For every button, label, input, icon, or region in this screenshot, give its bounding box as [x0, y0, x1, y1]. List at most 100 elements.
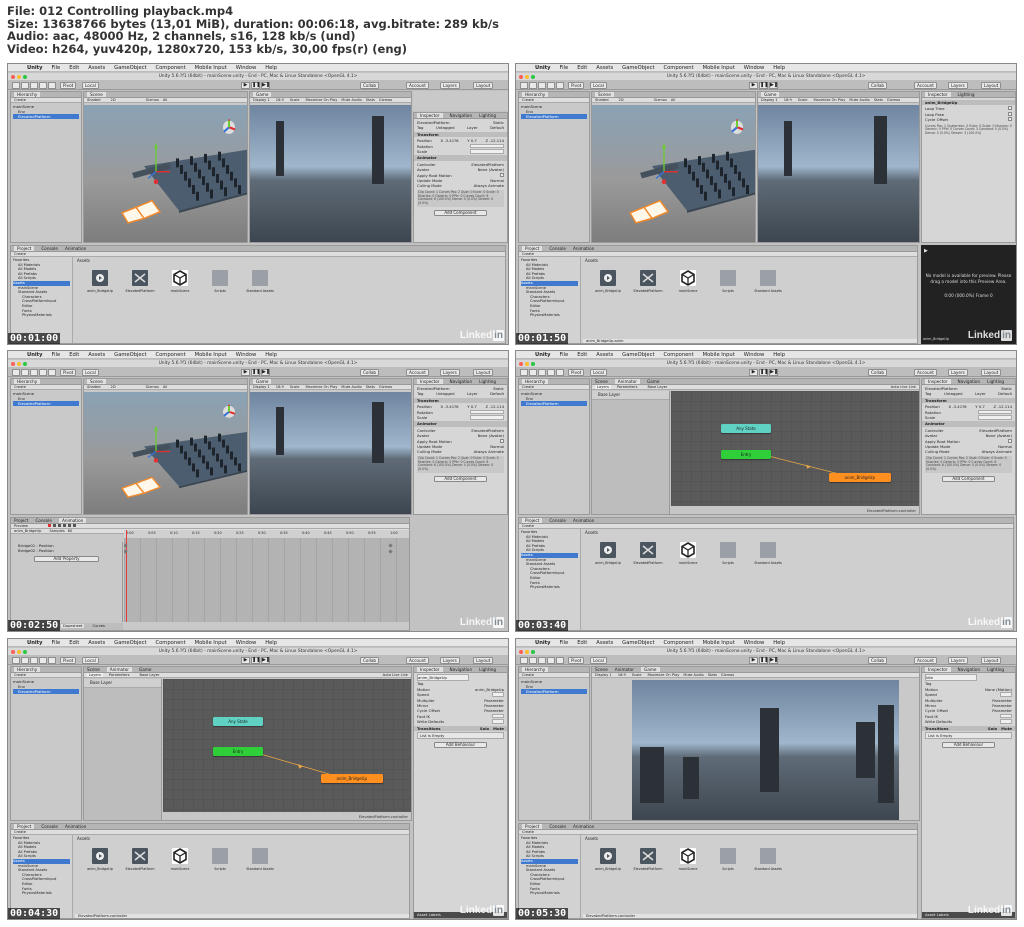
- menu-app-name[interactable]: Unity: [27, 65, 43, 71]
- tab-project[interactable]: Project: [522, 824, 543, 829]
- local-toggle[interactable]: Local: [590, 368, 607, 376]
- menu-item[interactable]: Component: [156, 65, 186, 71]
- hierarchy-item[interactable]: ElevatedPlatform: [521, 401, 587, 406]
- display-dropdown[interactable]: Display 1: [253, 98, 270, 102]
- cycle-offset-checkbox[interactable]: [1008, 117, 1012, 122]
- rect-tool-icon[interactable]: [48, 656, 56, 664]
- auto-live-link-toggle[interactable]: Auto Live Link: [891, 385, 916, 390]
- rotate-tool-icon[interactable]: [30, 656, 38, 664]
- layout-dropdown[interactable]: Layout: [981, 81, 1002, 89]
- menu-item[interactable]: Edit: [577, 65, 587, 71]
- speed-field[interactable]: [492, 692, 504, 697]
- tab-scene[interactable]: Scene: [87, 667, 100, 672]
- menu-item[interactable]: Mobile Input: [703, 352, 735, 358]
- culling-mode-field[interactable]: Always Animate: [474, 183, 504, 188]
- asset-item[interactable]: Standard Assets: [751, 542, 785, 565]
- collab-dropdown[interactable]: Collab: [360, 656, 380, 664]
- tab-layers[interactable]: Layers: [87, 673, 103, 677]
- hierarchy-create-button[interactable]: Create: [522, 673, 534, 677]
- local-toggle[interactable]: Local: [590, 81, 607, 89]
- tab-lighting[interactable]: Lighting: [479, 379, 496, 384]
- animator-header[interactable]: Animator: [414, 155, 507, 161]
- foot-ik-field[interactable]: [1000, 713, 1012, 719]
- assets-folder[interactable]: PhysicsMaterials: [13, 313, 70, 318]
- rotation-field[interactable]: [978, 409, 1012, 415]
- asset-item[interactable]: ElevatedPlatform: [123, 270, 157, 293]
- menu-app-name[interactable]: Unity: [535, 65, 551, 71]
- state-name-field[interactable]: Idle: [925, 674, 978, 682]
- gizmos-dropdown[interactable]: Gizmos: [654, 98, 667, 102]
- asset-item[interactable]: ElevatedPlatform: [631, 848, 665, 871]
- mute-column[interactable]: Mute: [1001, 726, 1012, 731]
- tab-lighting[interactable]: Lighting: [987, 667, 1004, 672]
- play-icon[interactable]: ▶: [749, 81, 758, 89]
- tab-scene[interactable]: Scene: [595, 667, 608, 672]
- scene-viewport[interactable]: [592, 105, 755, 242]
- step-icon[interactable]: ▶❚: [769, 368, 778, 376]
- keyframe-marker[interactable]: [388, 543, 393, 548]
- menu-app-name[interactable]: Unity: [27, 352, 43, 358]
- tab-project[interactable]: Project: [522, 518, 543, 523]
- tab-inspector[interactable]: Inspector: [417, 379, 443, 384]
- solo-column[interactable]: Solo: [480, 726, 489, 731]
- animator-graph[interactable]: Any State Entry anim_BridgeUp: [671, 391, 919, 506]
- pause-icon[interactable]: ❚❚: [251, 656, 260, 664]
- prev-key-icon[interactable]: [58, 524, 61, 527]
- tab-parameters[interactable]: Parameters: [617, 385, 638, 389]
- tab-game[interactable]: Game: [253, 92, 272, 97]
- tab-hierarchy[interactable]: Hierarchy: [522, 667, 549, 672]
- game-gizmos-dropdown[interactable]: Gizmos: [721, 673, 734, 677]
- menu-item[interactable]: Help: [773, 640, 785, 646]
- add-component-button[interactable]: Add Component: [434, 476, 487, 483]
- move-tool-icon[interactable]: [21, 368, 29, 376]
- aspect-dropdown[interactable]: 16:9: [618, 673, 626, 677]
- gizmos-filter[interactable]: All: [671, 98, 675, 102]
- tab-hierarchy[interactable]: Hierarchy: [522, 379, 549, 384]
- zoom-window-button[interactable]: [531, 361, 535, 366]
- menu-item[interactable]: Assets: [596, 65, 613, 71]
- asset-item[interactable]: Standard Assets: [243, 848, 277, 871]
- foot-ik-field[interactable]: [492, 713, 504, 719]
- menu-item[interactable]: GameObject: [114, 640, 146, 646]
- menu-item[interactable]: Window: [744, 65, 764, 71]
- play-icon[interactable]: [63, 524, 66, 527]
- tab-navigation[interactable]: Navigation: [958, 667, 981, 672]
- assets-folder[interactable]: PhysicsMaterials: [521, 313, 578, 318]
- menu-item[interactable]: Mobile Input: [195, 352, 227, 358]
- tab-animation[interactable]: Animation: [573, 824, 594, 829]
- asset-item[interactable]: mainScene: [163, 848, 197, 871]
- tab-navigation[interactable]: Navigation: [450, 113, 473, 118]
- layers-dropdown[interactable]: Layers: [948, 81, 968, 89]
- menu-item[interactable]: Help: [265, 352, 277, 358]
- tag-dropdown[interactable]: Untagged: [436, 125, 455, 130]
- scale-field[interactable]: [470, 415, 504, 420]
- hierarchy-create-button[interactable]: Create: [14, 673, 26, 677]
- tab-animation[interactable]: Animation: [65, 824, 86, 829]
- close-window-button[interactable]: [519, 361, 523, 366]
- account-dropdown[interactable]: Account: [914, 81, 937, 89]
- menu-item[interactable]: Mobile Input: [195, 65, 227, 71]
- state-name-field[interactable]: anim_BridgeUp: [417, 674, 470, 682]
- layout-dropdown[interactable]: Layout: [981, 656, 1002, 664]
- asset-item[interactable]: ElevatedPlatform: [123, 848, 157, 871]
- gizmos-dropdown[interactable]: Gizmos: [146, 98, 159, 102]
- asset-item[interactable]: mainScene: [671, 542, 705, 565]
- menu-item[interactable]: File: [52, 65, 61, 71]
- layers-dropdown[interactable]: Layers: [440, 368, 460, 376]
- asset-item[interactable]: Standard Assets: [751, 270, 785, 293]
- mute-column[interactable]: Mute: [493, 726, 504, 731]
- mute-audio-toggle[interactable]: Mute Audio: [683, 673, 703, 677]
- maximize-on-play-toggle[interactable]: Maximize On Play: [305, 98, 337, 102]
- culling-mode-field[interactable]: Always Animate: [982, 449, 1012, 454]
- menu-item[interactable]: GameObject: [622, 640, 654, 646]
- minimize-window-button[interactable]: [525, 361, 529, 366]
- tab-inspector[interactable]: Inspector: [925, 92, 951, 97]
- tab-scene[interactable]: Scene: [87, 379, 106, 384]
- scale-tool-icon[interactable]: [547, 81, 555, 89]
- menu-item[interactable]: Component: [664, 352, 694, 358]
- menu-item[interactable]: Assets: [596, 640, 613, 646]
- stats-toggle[interactable]: Stats: [366, 385, 375, 389]
- tab-console[interactable]: Console: [549, 246, 566, 251]
- menu-item[interactable]: File: [560, 65, 569, 71]
- keyframe-marker[interactable]: [124, 549, 128, 554]
